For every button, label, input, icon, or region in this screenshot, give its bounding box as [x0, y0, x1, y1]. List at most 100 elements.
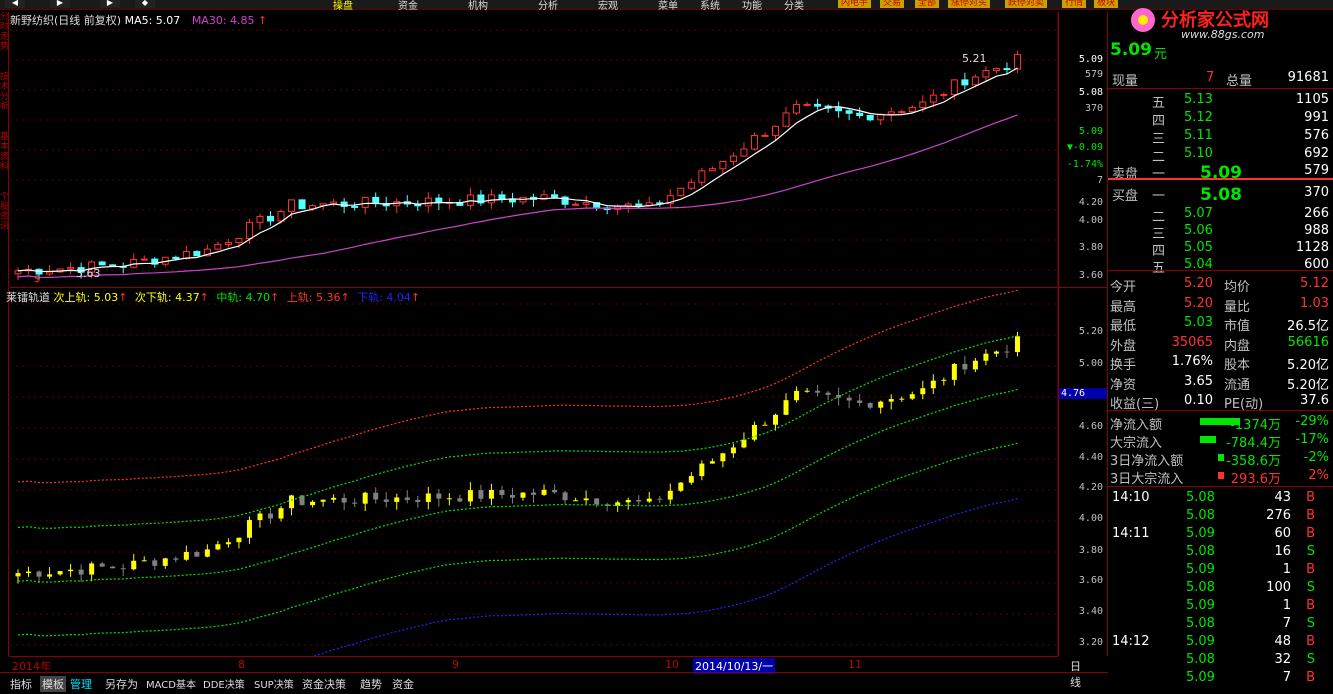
tick-row: 5.08 16 S: [1108, 543, 1333, 561]
forward-arrow-icon-2[interactable]: ▶: [100, 0, 120, 8]
bottom-tab[interactable]: 资金: [392, 676, 414, 692]
stat-row: 最低 5.03 市值 26.5亿: [1108, 314, 1333, 334]
toolbar-button[interactable]: 跌停对卖: [1005, 0, 1048, 8]
current-value-highlight: 4.76: [1059, 388, 1107, 399]
left-tab[interactable]: 分时走势: [0, 12, 9, 72]
candle-body: [929, 94, 937, 103]
bottom-tab[interactable]: DDE决策: [203, 676, 245, 691]
candle-body: [708, 168, 716, 172]
left-tab[interactable]: 技术分析: [0, 72, 9, 132]
band-candle-body: [846, 397, 852, 401]
nav-item[interactable]: 资金: [398, 0, 418, 12]
bid-volume: 988: [1304, 223, 1329, 238]
xianliang-label: 现量: [1112, 74, 1139, 89]
bottom-tab[interactable]: 资金决策: [302, 676, 346, 692]
forward-arrow-icon[interactable]: ▶: [50, 0, 70, 8]
candle-body: [772, 125, 779, 136]
band-candle-body: [857, 400, 863, 403]
candle-body: [288, 199, 296, 213]
flow-value: 293.6万: [1230, 472, 1281, 487]
nav-item[interactable]: 宏观: [598, 0, 618, 12]
stat-label: 流通: [1224, 377, 1251, 393]
candle-body: [361, 196, 369, 208]
ma5-legend: MA5: 5.07: [124, 14, 181, 27]
nav-item[interactable]: 功能: [742, 0, 762, 12]
flow-percent: -29%: [1295, 414, 1329, 429]
band-candle-body: [688, 476, 694, 483]
nav-item[interactable]: 系统: [700, 0, 720, 12]
x-label-month: 10: [665, 658, 679, 671]
candle-body: [508, 198, 516, 203]
toolbar-button[interactable]: 全部: [915, 0, 940, 8]
flow-bar: [1200, 436, 1216, 443]
quote-panel: 5.09 元 现量 7 总量 91681 五 5.13 1105 四 5.12 991 三 5…: [1108, 12, 1333, 694]
band-candle-body: [867, 402, 873, 408]
bottom-tab[interactable]: 指标: [10, 676, 32, 692]
left-tab[interactable]: 基本资料: [0, 132, 9, 192]
ask-price: 5.12: [1184, 110, 1213, 125]
nav-item[interactable]: 操盘: [333, 0, 353, 12]
nav-item[interactable]: 机构: [468, 0, 488, 12]
upper-legend-title: 新野纺织(日线 前复权): [10, 14, 122, 27]
band-candle-body: [225, 542, 231, 545]
nav-item[interactable]: 分类: [784, 0, 804, 12]
tick-time: 14:12: [1112, 634, 1150, 649]
toolbar-button[interactable]: 行情: [1062, 0, 1087, 8]
buy-label: 买盘: [1112, 189, 1139, 204]
last-price: 5.09: [1110, 40, 1152, 60]
axis-label: 579: [1084, 69, 1103, 80]
candle-body: [224, 242, 232, 245]
bottom-tab[interactable]: SUP决策: [254, 676, 294, 691]
band-candle-body: [204, 549, 210, 557]
back-arrow-icon[interactable]: ◀: [5, 0, 25, 8]
band-candle-body: [730, 447, 736, 454]
tick-side: S: [1306, 544, 1315, 559]
candle-body: [677, 187, 685, 197]
candle-body: [856, 112, 864, 116]
candle-body: [898, 111, 906, 114]
price-axis: 5.09 579 5.08 370 5.09 ▼-0.09 -1.74% 7 4…: [1058, 12, 1108, 656]
axis-label: 4.20: [1078, 197, 1103, 208]
candle-body: [950, 79, 958, 95]
bid-row: 三 5.06 988: [1108, 222, 1333, 242]
bottom-tab[interactable]: 另存为: [105, 676, 138, 692]
band-candle-body: [47, 574, 53, 577]
toolbar-button[interactable]: 涨停对买: [948, 0, 991, 8]
tick-row: 5.09 1 B: [1108, 597, 1333, 615]
ma30-line: [17, 114, 1018, 279]
date-axis: 2014年 8 9 10 2014/10/13/一 11 日线: [10, 656, 1081, 689]
left-tab[interactable]: 个股资讯: [0, 192, 9, 252]
tick-price: 5.09: [1186, 598, 1215, 613]
tick-time: 14:11: [1112, 526, 1150, 541]
band-candle-body: [362, 492, 368, 504]
nav-item[interactable]: 菜单: [658, 0, 678, 12]
bottom-tab[interactable]: 管理: [70, 676, 92, 692]
candle-body: [582, 202, 590, 205]
stat-value: 5.20亿: [1287, 358, 1329, 373]
tick-row: 5.09 7 B: [1108, 669, 1333, 687]
bottom-tab[interactable]: MACD基本: [146, 676, 196, 691]
toolbar-button[interactable]: 板块: [1094, 0, 1119, 8]
bottom-tab[interactable]: 模板: [40, 676, 66, 692]
price-unit: 元: [1154, 47, 1168, 62]
band-candle-body: [930, 380, 936, 389]
dropdown-arrow-icon[interactable]: ◆: [135, 0, 155, 8]
tick-price: 5.09: [1186, 562, 1215, 577]
flow-bar: [1200, 418, 1240, 425]
chart-area[interactable]: 新野纺织(日线 前复权) MA5: 5.07 MA30: 4.85 ↑ 5.21…: [6, 12, 1058, 656]
stat-value: 1.03: [1300, 295, 1329, 311]
nav-item[interactable]: 分析: [538, 0, 558, 12]
stat-row: 收益(三) 0.10 PE(动) 37.6: [1108, 392, 1333, 412]
bottom-tab[interactable]: 趋势: [360, 676, 382, 692]
candle-body: [572, 203, 580, 206]
axis-label: 3.40: [1078, 606, 1103, 617]
flow-row: 3日大宗流入 293.6万 2%: [1108, 467, 1333, 487]
tick-volume: 43: [1274, 490, 1291, 505]
tick-volume: 100: [1266, 580, 1291, 595]
candle-body: [372, 196, 380, 205]
toolbar-button[interactable]: 闪电手: [838, 0, 872, 8]
band-candle-body: [289, 495, 295, 509]
flow-row: 3日净流入额 -358.6万 -2%: [1108, 449, 1333, 469]
toolbar-button[interactable]: 交易: [880, 0, 905, 8]
stat-value: 26.5亿: [1287, 319, 1329, 334]
